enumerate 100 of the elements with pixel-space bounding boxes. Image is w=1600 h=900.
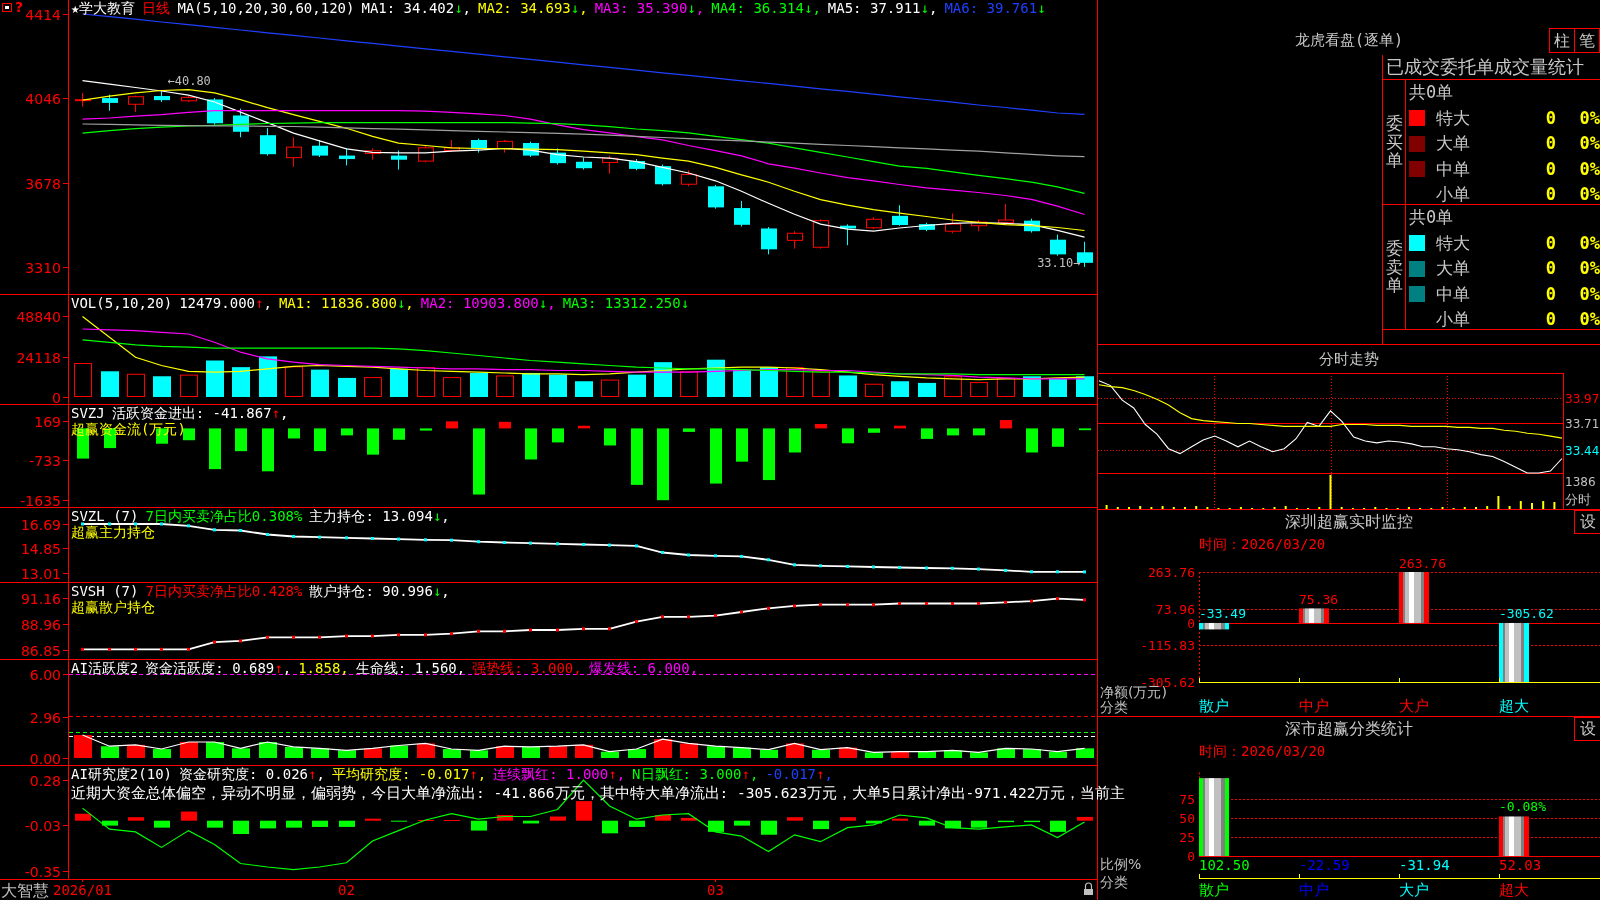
axis-label: 13.01 xyxy=(20,565,61,582)
axis-label: 48840 xyxy=(16,308,61,325)
annotation-label: -0.08% xyxy=(1499,798,1546,814)
help-button[interactable]: ? xyxy=(15,0,24,14)
legend-text: 7日内买卖净占比0.308% xyxy=(145,508,303,524)
legend-text: ★学大教育 xyxy=(71,0,136,16)
view-toggle-button[interactable]: 笔 xyxy=(1575,28,1600,53)
axis-label: 33.97 xyxy=(1565,391,1600,406)
legend-text: MA4: 36.314↓, xyxy=(711,0,821,16)
axis-label: -733 xyxy=(29,452,61,469)
app-name-label: 大智慧 xyxy=(1,880,49,900)
price-annotation: ←40.80 xyxy=(167,73,211,88)
panel-title: 龙虎看盘(逐单) xyxy=(1294,31,1404,51)
axis-label: 169 xyxy=(34,413,61,430)
settings-button[interactable]: 设 xyxy=(1574,510,1600,534)
order-count: 0 xyxy=(1544,231,1556,255)
category-label: 中户 xyxy=(1299,881,1329,899)
legend-text: 散户持仓: 90.996↓, xyxy=(309,583,450,599)
order-percent: 0% xyxy=(1578,183,1600,206)
group-label: 委卖单 xyxy=(1385,238,1403,296)
value-label: 52.03 xyxy=(1499,857,1542,873)
axis-label: 75 xyxy=(1179,792,1195,807)
axis-label: 33.44 xyxy=(1565,443,1600,458)
date-label: 03 xyxy=(707,882,724,898)
legend-text: 生命线: 1.560, xyxy=(355,660,466,676)
category-label: 超大 xyxy=(1499,697,1529,715)
axis-label: 73.96 xyxy=(1155,602,1195,617)
axis-label: 14.85 xyxy=(20,540,61,557)
legend-text: MA(5,10,20,30,60,120) xyxy=(177,0,355,16)
legend-text: VOL(5,10,20) xyxy=(71,295,173,311)
legend-text: MA1: 11836.800↓, xyxy=(278,295,414,311)
value-label: 263.76 xyxy=(1399,555,1446,571)
settings-button[interactable]: 设 xyxy=(1574,717,1600,741)
category-label: 散户 xyxy=(1199,881,1229,899)
value-label: -22.59 xyxy=(1299,857,1350,873)
legend-text: 资金研究度: 0.026↑, xyxy=(179,766,325,782)
order-count: 0 xyxy=(1544,308,1556,331)
axis-label: 6.00 xyxy=(29,666,61,683)
table-title: 已成交委托单成交量统计 xyxy=(1383,55,1600,80)
axis-label: -0.03 xyxy=(24,817,61,834)
date-label: 2026/01 xyxy=(53,882,112,898)
legend-text: AI活跃度2 xyxy=(71,660,139,676)
order-percent: 0% xyxy=(1578,282,1600,306)
legend-text: 连续飘红: 1.000↑, xyxy=(493,766,626,782)
date-label: 02 xyxy=(338,882,355,898)
legend-text: MA5: 37.911↓, xyxy=(827,0,938,16)
order-size-label: 特大 xyxy=(1436,106,1471,130)
order-count: 0 xyxy=(1544,282,1556,306)
legend-text: 1.858, xyxy=(298,660,349,676)
legend-text: AI研究度2(10) xyxy=(71,766,172,782)
order-size-label: 特大 xyxy=(1436,231,1471,255)
order-size-label: 中单 xyxy=(1436,157,1471,181)
legend-text: MA2: 34.693↓, xyxy=(478,0,588,16)
axis-label: 24118 xyxy=(16,349,61,366)
value-label: 102.50 xyxy=(1199,857,1250,873)
timestamp-label: 时间：2026/03/20 xyxy=(1198,742,1327,761)
value-label: -31.94 xyxy=(1399,857,1450,873)
order-count: 0 xyxy=(1544,106,1556,130)
axis-label: 0 xyxy=(1187,849,1195,864)
category-label: 散户 xyxy=(1199,697,1229,715)
axis-label: -115.83 xyxy=(1140,638,1195,653)
axis-label: 3310 xyxy=(25,259,61,276)
box-icon xyxy=(2,3,12,12)
panel-title: 深市超赢分类统计 xyxy=(1285,718,1413,740)
axis-label: 0.00 xyxy=(29,750,61,765)
axis-label: 0 xyxy=(1187,616,1195,631)
category-label: 大户 xyxy=(1399,697,1429,715)
order-count: 0 xyxy=(1544,157,1556,181)
order-size-label: 大单 xyxy=(1436,257,1471,280)
category-label: 大户 xyxy=(1399,881,1429,899)
legend-text: 强势线: 3.000, xyxy=(472,660,582,676)
legend-text: SVZL (7) xyxy=(71,508,139,524)
legend-text: 平均研究度: -0.017↑, xyxy=(331,766,487,782)
axis-label: -1635 xyxy=(20,492,61,507)
legend-text: SVSH (7) xyxy=(71,583,139,599)
order-percent: 0% xyxy=(1578,257,1600,280)
axis-label: -0.35 xyxy=(24,863,61,880)
order-count: 0 xyxy=(1544,132,1556,155)
axis-title: 比例% xyxy=(1100,856,1142,872)
axis-label: 91.16 xyxy=(20,590,61,607)
order-size-label: 大单 xyxy=(1436,132,1471,155)
axis-label: 25 xyxy=(1179,830,1195,845)
axis-label: 0.28 xyxy=(29,772,61,789)
axis-label: 88.96 xyxy=(20,616,61,633)
legend-text: -0.017↑, xyxy=(765,766,833,782)
group-label: 委买单 xyxy=(1385,113,1403,171)
axis-label: 4414 xyxy=(25,6,61,23)
legend-text: MA6: 39.761↓ xyxy=(944,0,1046,16)
axis-label: 33.71 xyxy=(1565,416,1600,431)
value-label: -33.49 xyxy=(1199,606,1246,622)
legend-text: 主力持仓: 13.094↓, xyxy=(309,508,450,524)
order-size-label: 小单 xyxy=(1436,308,1471,331)
legend-text: 7日内买卖净占比0.428% xyxy=(145,583,303,599)
order-percent: 0% xyxy=(1578,308,1600,331)
panel-title: 深圳超赢实时监控 xyxy=(1285,511,1413,533)
category-label: 中户 xyxy=(1299,697,1329,715)
legend-text: MA3: 35.390↓, xyxy=(594,0,705,16)
view-toggle-button[interactable]: 柱 xyxy=(1549,28,1575,53)
axis-title: 分类 xyxy=(1100,874,1128,890)
order-total-label: 共0单 xyxy=(1409,81,1454,104)
